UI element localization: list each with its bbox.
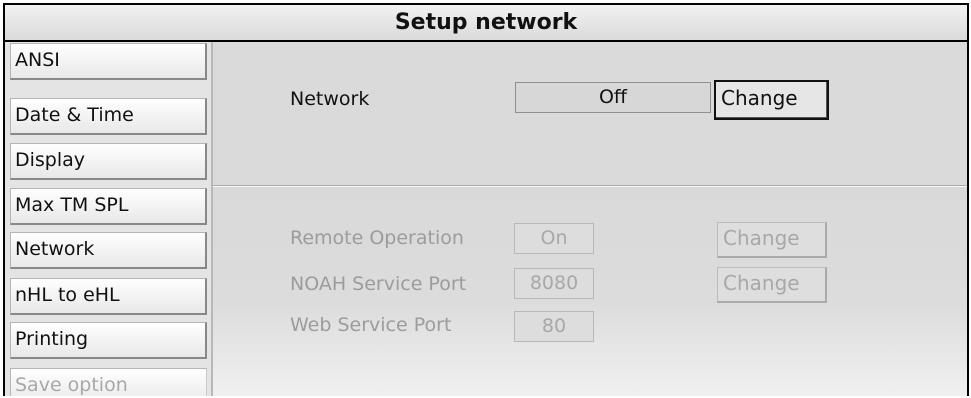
sidebar: ANSI Date & Time Display Max TM SPL Netw… [5, 42, 211, 396]
network-section: Network Off Change [213, 42, 967, 185]
network-options-section: Remote Operation On Change NOAH Service … [213, 187, 967, 396]
network-label: Network [290, 88, 370, 110]
sidebar-item-display[interactable]: Display [10, 143, 207, 180]
network-change-button[interactable]: Change [714, 80, 829, 120]
sidebar-item-network[interactable]: Network [10, 232, 207, 269]
remote-operation-change-button[interactable]: Change [717, 222, 827, 258]
sidebar-item-save-option: Save option [10, 368, 207, 396]
noah-service-port-change-button[interactable]: Change [717, 267, 827, 303]
noah-service-port-value: 8080 [514, 268, 594, 299]
web-service-port-value: 80 [514, 311, 594, 342]
window-title: Setup network [5, 5, 967, 42]
sidebar-item-max-tm-spl[interactable]: Max TM SPL [10, 188, 207, 225]
remote-operation-label: Remote Operation [290, 227, 464, 249]
sidebar-item-nhl-to-ehl[interactable]: nHL to eHL [10, 278, 207, 315]
sidebar-item-date-time[interactable]: Date & Time [10, 98, 207, 135]
network-status-value: Off [515, 82, 711, 113]
remote-operation-value: On [514, 223, 594, 254]
sidebar-item-printing[interactable]: Printing [10, 322, 207, 359]
sidebar-item-ansi[interactable]: ANSI [10, 43, 207, 80]
settings-panel: Network Off Change Remote Operation On C… [213, 42, 967, 396]
noah-service-port-label: NOAH Service Port [290, 273, 467, 295]
setup-network-window: Setup network ANSI Date & Time Display M… [3, 3, 969, 396]
web-service-port-label: Web Service Port [290, 314, 452, 336]
